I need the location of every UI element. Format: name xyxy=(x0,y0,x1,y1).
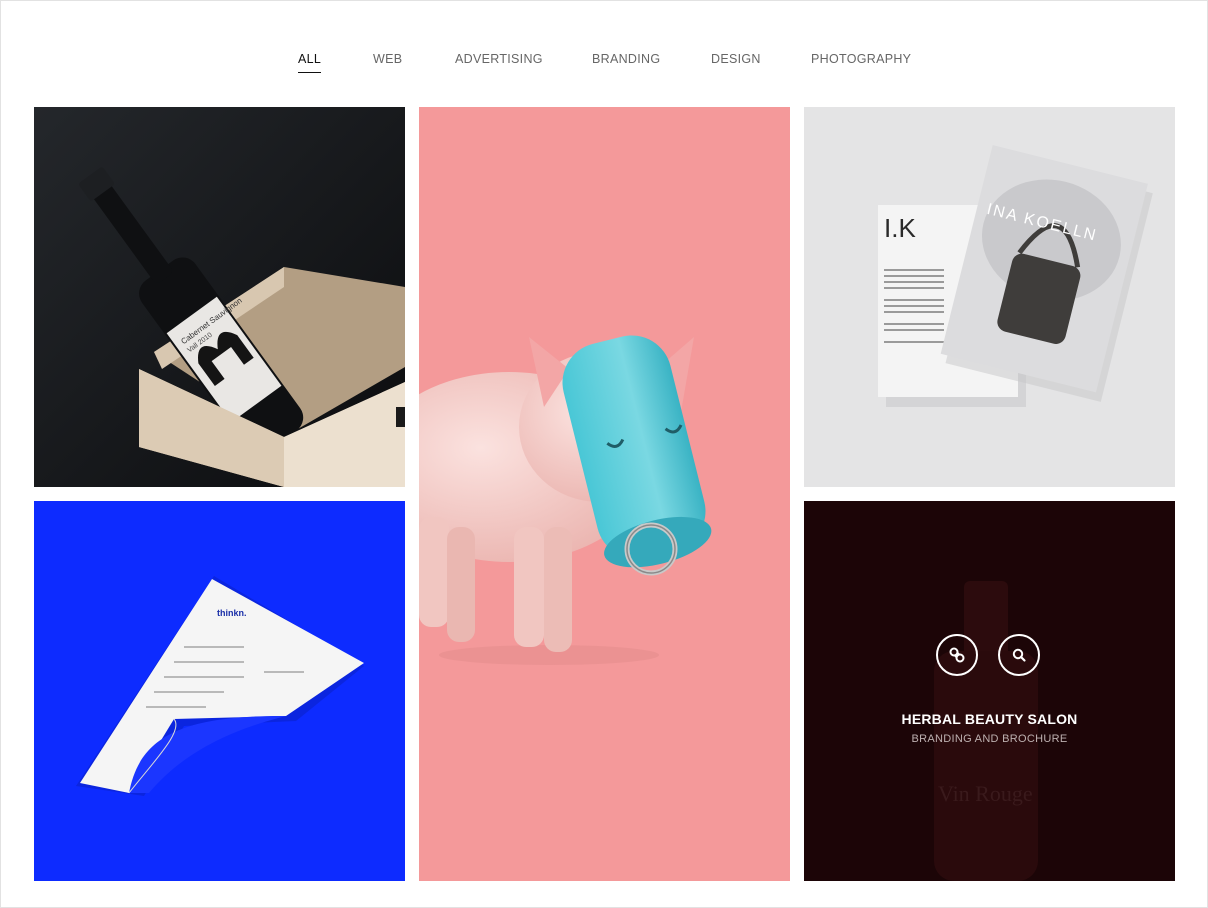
magazine-logo-text: I.K xyxy=(884,213,916,243)
project-link-button[interactable] xyxy=(936,634,978,676)
overlay-actions xyxy=(804,634,1175,680)
portfolio-item-magazine[interactable]: I.K INA KOELLN xyxy=(804,107,1175,487)
filter-advertising[interactable]: ADVERTISING xyxy=(455,52,543,66)
project-title[interactable]: HERBAL BEAUTY SALON xyxy=(804,711,1175,727)
wine-bottle-in-wooden-box-image: Cabernet Sauvignon Vall 2010 xyxy=(34,107,405,487)
portfolio-item-pig[interactable] xyxy=(419,107,790,881)
project-zoom-button[interactable] xyxy=(998,634,1040,676)
filter-branding[interactable]: BRANDING xyxy=(592,52,660,66)
bottle-label-text: Vin Rouge xyxy=(938,781,1033,806)
portfolio-item-wine-box[interactable]: Cabernet Sauvignon Vall 2010 xyxy=(34,107,405,487)
filter-all[interactable]: ALL xyxy=(298,52,322,73)
letterhead-brand-text: thinkn. xyxy=(217,608,247,618)
portfolio-filter-nav: ALL WEB ADVERTISING BRANDING DESIGN PHOT… xyxy=(0,52,1208,73)
pink-pig-with-blue-snout-image xyxy=(419,335,712,665)
project-category: BRANDING AND BROCHURE xyxy=(911,733,1068,745)
filter-all-label: ALL xyxy=(298,52,322,66)
link-icon xyxy=(949,647,965,663)
filter-design[interactable]: DESIGN xyxy=(711,52,761,66)
portfolio-item-letterhead[interactable]: thinkn. xyxy=(34,501,405,881)
portfolio-item-herbal-beauty-salon[interactable]: Vin Rouge HERBAL BEAUTY SALON BRANDING A… xyxy=(804,501,1175,881)
search-icon xyxy=(1012,648,1026,662)
filter-web[interactable]: WEB xyxy=(373,52,402,66)
active-underline xyxy=(298,72,322,73)
magazine-brochure-mockup-image: I.K INA KOELLN xyxy=(804,107,1175,487)
filter-photography[interactable]: PHOTOGRAPHY xyxy=(811,52,911,66)
wine-bottle-dark-image: Vin Rouge xyxy=(804,501,1175,881)
letterhead-paper-curl-image: thinkn. xyxy=(34,501,405,881)
